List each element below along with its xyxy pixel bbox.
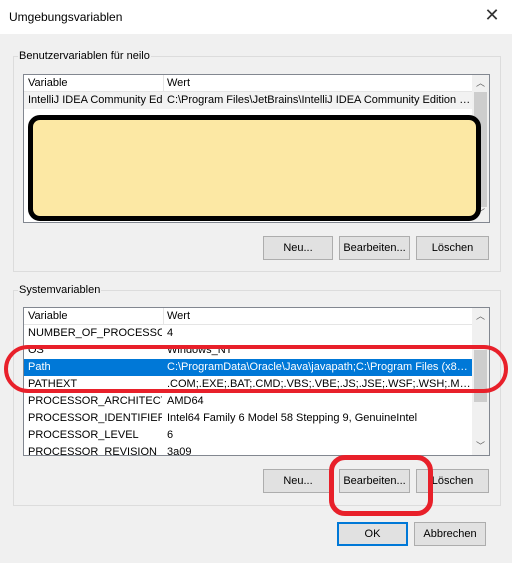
column-variable[interactable]: Variable — [28, 75, 162, 91]
user-delete-button[interactable]: Löschen — [416, 236, 489, 260]
annotation-box — [329, 455, 433, 516]
variable-value: 3a09 — [167, 446, 192, 456]
variable-value: 6 — [167, 429, 174, 441]
list-header: Variable Wert — [24, 308, 474, 325]
column-variable[interactable]: Variable — [28, 308, 162, 324]
user-new-button[interactable]: Neu... — [263, 236, 333, 260]
annotation-ellipse — [4, 345, 508, 393]
column-value[interactable]: Wert — [167, 308, 472, 324]
scroll-up-icon[interactable]: ︿ — [472, 75, 489, 92]
user-variables-label: Benutzervariablen für neilo — [18, 50, 151, 62]
variable-name: IntelliJ IDEA Community Edi... — [28, 94, 162, 106]
scroll-up-icon[interactable]: ︿ — [472, 308, 489, 325]
variable-value: 4 — [167, 327, 174, 339]
variable-value: Intel64 Family 6 Model 58 Stepping 9, Ge… — [167, 412, 418, 424]
system-variables-label: Systemvariablen — [18, 284, 102, 296]
variable-name: PROCESSOR_ARCHITECTURE — [28, 395, 162, 407]
variable-name: NUMBER_OF_PROCESSORS — [28, 327, 162, 339]
variable-name: PROCESSOR_REVISION — [28, 446, 157, 456]
variable-value: AMD64 — [167, 395, 204, 407]
variable-name: PROCESSOR_IDENTIFIER — [28, 412, 162, 424]
scroll-down-icon[interactable]: ﹀ — [472, 438, 489, 455]
table-row[interactable]: PROCESSOR_ARCHITECTURE AMD64 — [24, 393, 474, 410]
variable-name: PROCESSOR_LEVEL — [28, 429, 139, 441]
column-value[interactable]: Wert — [167, 75, 472, 91]
table-row[interactable]: IntelliJ IDEA Community Edi... C:\Progra… — [24, 92, 474, 109]
table-row[interactable]: PROCESSOR_IDENTIFIER Intel64 Family 6 Mod… — [24, 410, 474, 427]
window-title: Umgebungsvariablen — [9, 10, 123, 24]
list-header: Variable Wert — [24, 75, 474, 92]
title-bar: Umgebungsvariablen ✕ — [0, 0, 512, 34]
table-row[interactable]: NUMBER_OF_PROCESSORS 4 — [24, 325, 474, 342]
close-icon[interactable]: ✕ — [480, 5, 504, 26]
user-edit-button[interactable]: Bearbeiten... — [339, 236, 410, 260]
variable-value: C:\Program Files\JetBrains\IntelliJ IDEA… — [167, 94, 472, 106]
redaction-box — [28, 115, 481, 221]
table-row[interactable]: PROCESSOR_LEVEL 6 — [24, 427, 474, 444]
system-new-button[interactable]: Neu... — [263, 469, 333, 493]
cancel-button[interactable]: Abbrechen — [414, 522, 486, 546]
ok-button[interactable]: OK — [337, 522, 408, 546]
